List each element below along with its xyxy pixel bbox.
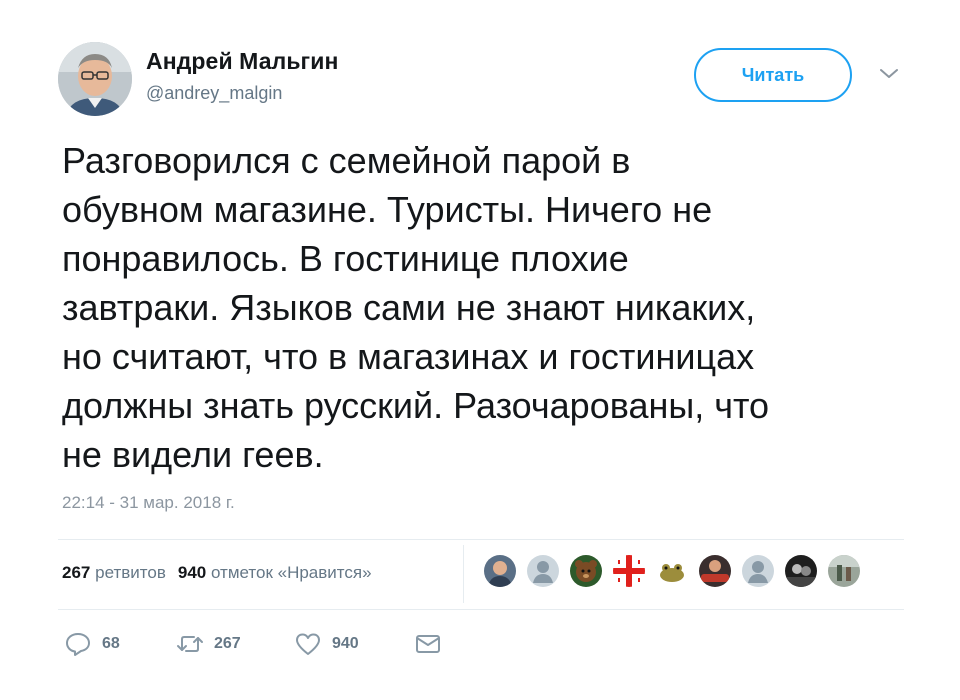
- retweet-button[interactable]: 267: [176, 630, 294, 658]
- tweet-text: Разговорился с семейной парой в обувном …: [62, 136, 922, 479]
- likes-count: 940: [177, 563, 207, 582]
- reply-button[interactable]: 68: [64, 630, 176, 658]
- divider: [58, 539, 904, 540]
- red-badge-avatar-icon[interactable]: [697, 553, 733, 589]
- tweet-actions: 68 267 940: [64, 626, 442, 662]
- frog-avatar-icon[interactable]: [654, 553, 690, 589]
- retweet-count: 267: [214, 635, 241, 652]
- direct-message-button[interactable]: [414, 630, 442, 658]
- tweet-text-line: не видели геев.: [62, 434, 324, 475]
- tweet-text-line: понравилось. В гостинице плохие: [62, 238, 629, 279]
- author-name[interactable]: Андрей Мальгин: [146, 48, 338, 75]
- reply-icon: [64, 630, 92, 658]
- georgian-flag-avatar-icon[interactable]: [611, 553, 647, 589]
- tweet-text-line: завтраки. Языков сами не знают никаких,: [62, 287, 756, 328]
- author-avatar[interactable]: [58, 42, 132, 116]
- tweet-text-line: но считают, что в магазинах и гостиницах: [62, 336, 755, 377]
- envelope-icon: [414, 630, 442, 658]
- tweet-text-line: Разговорился с семейной парой в: [62, 140, 631, 181]
- tweet-stats: 267 ретвитов 940 отметок «Нравится»: [62, 563, 372, 583]
- likers-avatars: [482, 553, 869, 593]
- likes-label: отметок «Нравится»: [210, 563, 372, 582]
- user-photo-icon[interactable]: [482, 553, 518, 589]
- follow-button[interactable]: Читать: [694, 48, 852, 102]
- retweets-count: 267: [62, 563, 91, 582]
- tweet-timestamp[interactable]: 22:14 - 31 мар. 2018 г.: [62, 493, 235, 513]
- stats-divider: [463, 545, 464, 603]
- street-photo-avatar-icon[interactable]: [826, 553, 862, 589]
- default-avatar-icon[interactable]: [740, 553, 776, 589]
- likes-stat[interactable]: 940 отметок «Нравится»: [178, 563, 372, 582]
- tweet-text-line: должны знать русский. Разочарованы, что: [62, 385, 770, 426]
- like-count: 940: [332, 635, 359, 652]
- retweets-stat[interactable]: 267 ретвитов: [62, 563, 166, 582]
- retweets-label: ретвитов: [95, 563, 166, 582]
- chevron-down-icon[interactable]: [878, 66, 900, 82]
- default-avatar-icon[interactable]: [525, 553, 561, 589]
- divider: [58, 609, 904, 610]
- dark-photo-avatar-icon[interactable]: [783, 553, 819, 589]
- like-button[interactable]: 940: [294, 630, 414, 658]
- retweet-icon: [176, 630, 204, 658]
- bear-avatar-icon[interactable]: [568, 553, 604, 589]
- heart-icon: [294, 630, 322, 658]
- tweet-text-line: обувном магазине. Туристы. Ничего не: [62, 189, 713, 230]
- reply-count: 68: [102, 635, 120, 652]
- author-handle[interactable]: @andrey_malgin: [146, 83, 282, 104]
